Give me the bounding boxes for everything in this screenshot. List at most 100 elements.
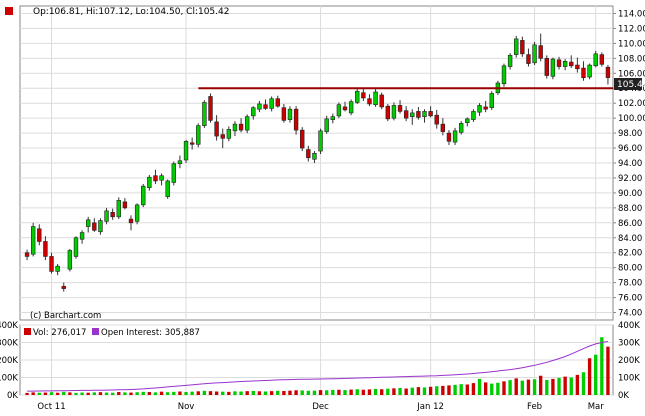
open-interest-legend-text: Open Interest: 305,887 xyxy=(101,328,200,338)
price-tick-label: 114.00 xyxy=(618,9,645,19)
volume-bar xyxy=(416,387,421,395)
volume-bar xyxy=(245,391,249,395)
candle-body xyxy=(226,129,232,139)
volume-legend-text: Vol: 276,017 xyxy=(33,328,86,338)
volume-axis-labels-right: 400K 300K 200K 100K 0K xyxy=(618,321,640,401)
candle-body xyxy=(336,104,342,117)
volume-bar xyxy=(110,392,115,395)
volume-bar xyxy=(367,389,372,395)
volume-bar xyxy=(410,387,414,395)
candle-body xyxy=(238,123,244,131)
volume-bar xyxy=(563,376,567,395)
candle-body xyxy=(593,53,598,67)
volume-bar xyxy=(55,392,60,395)
candle-body xyxy=(312,152,317,160)
candle-body xyxy=(98,220,103,233)
candle-body xyxy=(134,204,140,222)
volume-tick-label: 100K xyxy=(618,374,640,384)
candle-body xyxy=(569,61,574,67)
volume-bar xyxy=(221,391,225,395)
candle-body xyxy=(183,141,189,161)
volume-bar xyxy=(129,392,133,395)
price-axis-labels: 114.00112.00110.00108.00106.00104.00102.… xyxy=(618,9,645,318)
volume-bar xyxy=(86,392,90,395)
candle-body xyxy=(116,200,121,218)
candle-body xyxy=(538,45,543,59)
price-volume-chart: 114.00112.00110.00108.00106.00104.00102.… xyxy=(0,5,645,412)
candle-body xyxy=(232,123,238,132)
candle-body xyxy=(86,219,91,227)
watermark: (c) Barchart.com xyxy=(30,311,101,321)
candle-body xyxy=(110,212,115,218)
candle-body xyxy=(257,103,262,110)
volume-bar xyxy=(153,392,158,395)
volume-tick-label: 300K xyxy=(618,339,640,349)
price-tick-label: 88.00 xyxy=(618,204,642,214)
candle-body xyxy=(61,286,66,289)
candle-body xyxy=(434,114,439,125)
volume-bar xyxy=(251,390,255,395)
price-tick-label: 78.00 xyxy=(618,279,642,289)
price-tick-label: 80.00 xyxy=(618,264,642,274)
volume-tick-label: 400K xyxy=(0,321,18,331)
volume-bar xyxy=(208,391,213,395)
candle-body xyxy=(263,104,268,109)
candle-body xyxy=(147,176,152,188)
candle-body xyxy=(24,252,30,257)
candle-body xyxy=(171,163,177,183)
x-tick-label: Oct 11 xyxy=(37,402,65,412)
volume-bar xyxy=(257,391,262,395)
volume-bar xyxy=(587,358,592,395)
volume-bar xyxy=(465,384,469,395)
volume-bar xyxy=(227,391,231,395)
candle-body xyxy=(562,61,568,67)
volume-bar xyxy=(496,382,500,395)
candle-body xyxy=(269,98,274,109)
volume-tick-label: 300K xyxy=(0,339,18,349)
candle-body xyxy=(452,130,458,143)
volume-bar xyxy=(581,372,586,395)
volume-bar xyxy=(98,392,103,395)
volume-bar xyxy=(526,379,531,395)
volume-bar xyxy=(477,378,482,395)
volume-bar xyxy=(312,390,317,395)
volume-bar xyxy=(447,385,451,395)
volume-bar xyxy=(282,390,286,395)
price-tick-label: 112.00 xyxy=(618,24,645,34)
volume-bar xyxy=(514,378,518,395)
volume-bar xyxy=(435,386,439,395)
volume-bar xyxy=(569,377,573,395)
volume-bar xyxy=(422,387,427,395)
volume-bar xyxy=(459,384,463,395)
candle-body xyxy=(581,67,586,79)
volume-bar xyxy=(166,392,170,395)
candle-body xyxy=(367,98,372,105)
candle-body xyxy=(67,250,73,270)
volume-bar xyxy=(104,392,109,395)
x-tick-label: Jan 12 xyxy=(416,402,444,412)
candle-body xyxy=(483,106,488,110)
volume-bar xyxy=(520,380,525,395)
volume-bar xyxy=(43,392,48,395)
price-tick-label: 92.00 xyxy=(618,174,642,184)
price-legend-swatch xyxy=(5,7,13,15)
x-tick-label: Dec xyxy=(312,402,329,412)
volume-bar xyxy=(62,391,66,395)
volume-tick-label: 200K xyxy=(618,356,640,366)
volume-bar xyxy=(117,392,121,395)
candle-body xyxy=(391,105,397,119)
price-tick-label: 100.00 xyxy=(618,114,645,124)
volume-bar xyxy=(483,382,488,395)
candle-body xyxy=(342,106,348,111)
volume-bar xyxy=(441,385,445,395)
candle-body xyxy=(153,175,158,182)
volume-bar xyxy=(276,390,280,395)
candle-body xyxy=(104,210,109,222)
candle-body xyxy=(55,265,60,272)
volume-bar xyxy=(373,388,378,395)
volume-bar xyxy=(318,390,323,395)
candle-body xyxy=(275,98,280,107)
chart-container: 114.00112.00110.00108.00106.00104.00102.… xyxy=(0,0,645,412)
volume-bar xyxy=(606,346,610,395)
candle-body xyxy=(355,90,360,103)
